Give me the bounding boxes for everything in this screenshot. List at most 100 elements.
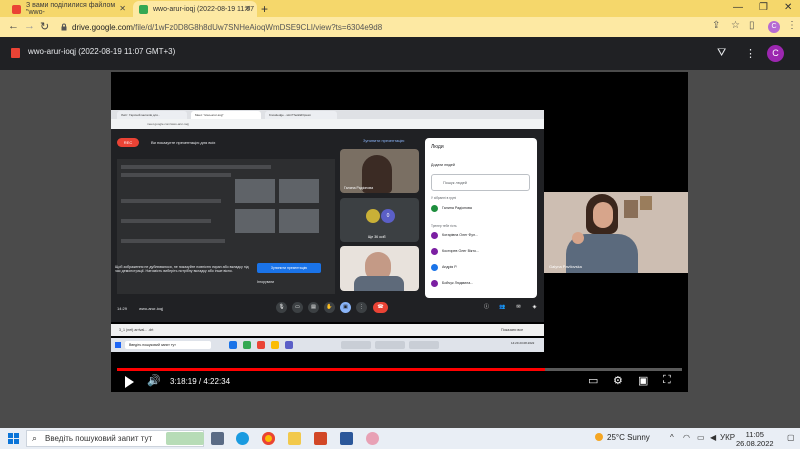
play-button[interactable] [125,376,134,388]
recorded-download-bar: 3_1 (net) arrival... .drt Показати все [111,324,544,336]
recorded-url: meet.google.com/wwo-arur-ioqj [147,122,189,126]
browser-tab-strip: З вами поділилися файлом "wwo- ✕ wwo-aru… [0,0,800,17]
more-options-icon[interactable]: ⋮ [745,47,756,60]
speaker-camera: Galyna Pavliovska [544,192,688,273]
browser-tab-recording[interactable]: wwo-arur-ioqj (2022-08-19 11:07 ✕ [133,1,257,17]
url-path: /file/d/1wFz0D8G8h8dUw7SNHeAioqWmDSE9CLI… [132,22,383,32]
captions-button-icon[interactable]: ▭ [588,374,598,387]
recorded-taskbar: Введіть пошуковий запит тут 14:29 23.08.… [111,338,544,352]
person-name: Андрія Р. [442,265,457,269]
video-player[interactable]: Лист: Гарячий металів для.. Meet: "wwo-a… [111,72,688,392]
others-count: Ще 36 осіб [368,235,386,239]
person-avatar [431,232,438,239]
fullscreen-icon[interactable]: ⛶ [663,374,671,387]
account-avatar[interactable]: C [767,45,784,62]
maximize-button[interactable]: ❐ [759,2,768,13]
recorded-search: Введіть пошуковий запит тут [125,341,211,349]
miniplayer-icon[interactable]: ▣ [638,374,648,387]
sun-icon [595,433,603,441]
lock-icon [61,23,67,31]
close-tab-icon[interactable]: ✕ [244,4,251,13]
battery-icon[interactable]: ▭ [697,433,705,442]
tray-chevron-icon[interactable]: ^ [670,433,674,442]
powerpoint-icon[interactable] [314,432,327,445]
video-file-icon [11,48,20,58]
add-people-link: Додати людей [431,163,455,167]
language-indicator[interactable]: УКР [720,433,735,442]
close-tab-icon[interactable]: ✕ [119,4,126,13]
participant-tile: Галина Радіонова [340,149,419,193]
preview-row [121,173,231,177]
person-name: Котарівна Олег Фул... [442,233,479,237]
progress-bar[interactable] [117,368,682,371]
speaker-hand [572,232,584,244]
recorded-address-bar: meet.google.com/wwo-arur-ioqj [111,119,544,129]
tab-label: З вами поділилися файлом "wwo- [26,2,116,16]
time-display: 3:18:19 / 4:22:34 [170,377,230,386]
taskbar-clock[interactable]: 11:05 26.08.2022 [736,430,774,448]
close-window-button[interactable]: ✕ [784,2,792,13]
word-icon[interactable] [340,432,353,445]
recorded-clock: 14:29 23.08.2022 [511,341,535,345]
add-to-drive-icon[interactable]: ⛛ [717,47,726,60]
search-highlight-icon [166,432,204,445]
url-field[interactable]: drive.google.com /file/d/1wFz0D8G8h8dUw7… [60,20,700,34]
forward-icon[interactable]: → [24,20,35,32]
speaker-face [593,202,613,228]
person-avatar [431,264,438,271]
chrome-profile-icon[interactable] [366,432,379,445]
side-panel-icon[interactable]: ▯ [749,20,755,31]
recorded-windows-icon [115,342,121,348]
current-time: 3:18:19 [170,377,197,386]
chrome-icon[interactable] [262,432,275,445]
recorded-tab-strip: Лист: Гарячий металів для.. Meet: "wwo-a… [111,110,544,119]
meeting-code: wwo-arur-ioqj [139,306,164,311]
weather-widget[interactable]: 25°C Sunny [595,433,650,442]
presenting-note: Ви показуєте презентацію для всіх [151,140,216,145]
profile-avatar[interactable]: C [768,21,780,33]
activities-icon: ◈ [532,304,537,310]
people-section-label: У зібранні в групі [431,196,457,200]
task-view-icon[interactable] [211,432,224,445]
reload-icon[interactable]: ↻ [40,20,49,33]
chrome-menu-icon[interactable]: ⋮ [787,20,797,31]
drive-favicon-icon [139,4,148,14]
file-explorer-icon[interactable] [288,432,301,445]
browser-tab-shared-file[interactable]: З вами поділилися файлом "wwo- ✕ [6,1,132,17]
preview-tile [279,209,319,233]
meeting-time: 14:29 [117,306,128,311]
gmail-favicon-icon [12,4,21,14]
preview-row [121,239,225,243]
download-item: 3_1 (net) arrival... .drt [119,328,154,332]
person-row: Бойчук Людмила... [431,279,531,289]
volume-icon[interactable]: 🔊 [147,374,161,387]
bookmark-star-icon[interactable]: ☆ [731,20,740,31]
windows-start-icon[interactable] [8,433,19,444]
new-tab-button[interactable]: + [261,2,268,16]
drive-viewer-header: wwo-arur-ioqj (2022-08-19 11:07 GMT+3) ⛛… [0,37,800,70]
recorded-tab: Knowledge - wlnrThe&lid/Ipsum [265,111,337,119]
people-title: Люди [431,144,444,150]
weather-text: 25°C Sunny [607,433,650,442]
logo-square [8,433,13,438]
notifications-icon[interactable]: ▢ [787,433,795,442]
back-icon[interactable]: ← [8,20,19,32]
chat-icon: ✉ [516,304,521,310]
speaker-tray-icon[interactable]: ◀ [710,433,716,442]
person-name: Костирев Олег Вікто... [442,249,480,253]
recorded-app-icon [271,341,279,349]
settings-gear-icon[interactable]: ⚙ [613,374,623,387]
presenting-hint: Щоб зображення не дублювалося, не показу… [115,265,249,274]
share-icon[interactable]: ⇪ [712,20,720,31]
person-avatar [431,205,438,212]
participant-avatar [366,209,380,223]
hint-dismiss-link: Ігнорувати [257,280,275,284]
person-avatar [431,280,438,287]
edge-icon[interactable] [236,432,249,445]
person-row: Андрія Р. [431,263,531,273]
meet-controls: 14:29 wwo-arur-ioqj 🎙 ▭ ▤ ✋ ▣ ⋮ ☎ ⓘ 👥 ✉ … [111,294,544,322]
participant-figure [354,276,404,291]
minimize-button[interactable]: — [733,2,743,13]
wifi-icon[interactable]: ◠ [683,433,690,442]
present-icon: ▣ [340,302,351,313]
